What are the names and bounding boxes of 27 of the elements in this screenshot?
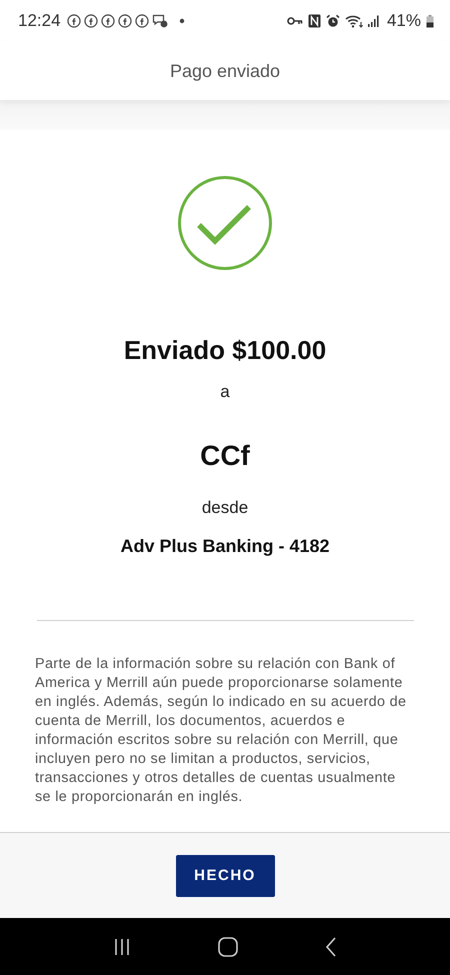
notification-icon [118,14,132,28]
back-icon[interactable] [324,936,337,956]
notification-icon [66,14,81,28]
from-label: desde [202,498,248,518]
done-button[interactable]: HECHO [176,854,274,896]
wifi-icon [344,14,363,28]
notification-icon [100,14,115,28]
key-icon [286,16,303,26]
recipient-name: CCf [200,440,250,472]
recent-apps-icon[interactable] [113,938,132,956]
to-label: a [220,382,230,402]
chat-icon [152,14,168,28]
signal-icon [368,15,380,27]
status-time: 12:24 [18,11,61,31]
check-circle-icon [177,175,273,271]
nfc-icon [308,14,321,28]
account-name: Adv Plus Banking - 4182 [120,536,330,557]
battery-percentage: 41% [386,11,421,31]
disclaimer-text: Parte de la información sobre su relación con Bank of America y Merrill aún puede proporcionarse solamente en inglés. Además, según lo indicado en su acuerdo de cuenta de Merrill, los documentos, acuerdos e información escritos sobre su relación con Merrill, que incluyen pero no se limitan a productos, servicios, transacciones y otros detalles de cuentas usualmente se le proporcionarán en inglés. [35,655,408,807]
page-title: Pago enviado [170,60,280,82]
battery-icon [426,14,434,28]
alarm-icon [326,14,340,28]
home-icon[interactable] [218,936,238,956]
notification-icon [134,14,149,28]
dot-icon [178,18,185,24]
notification-icon [84,14,98,28]
amount-sent: Enviado $100.00 [124,335,326,366]
